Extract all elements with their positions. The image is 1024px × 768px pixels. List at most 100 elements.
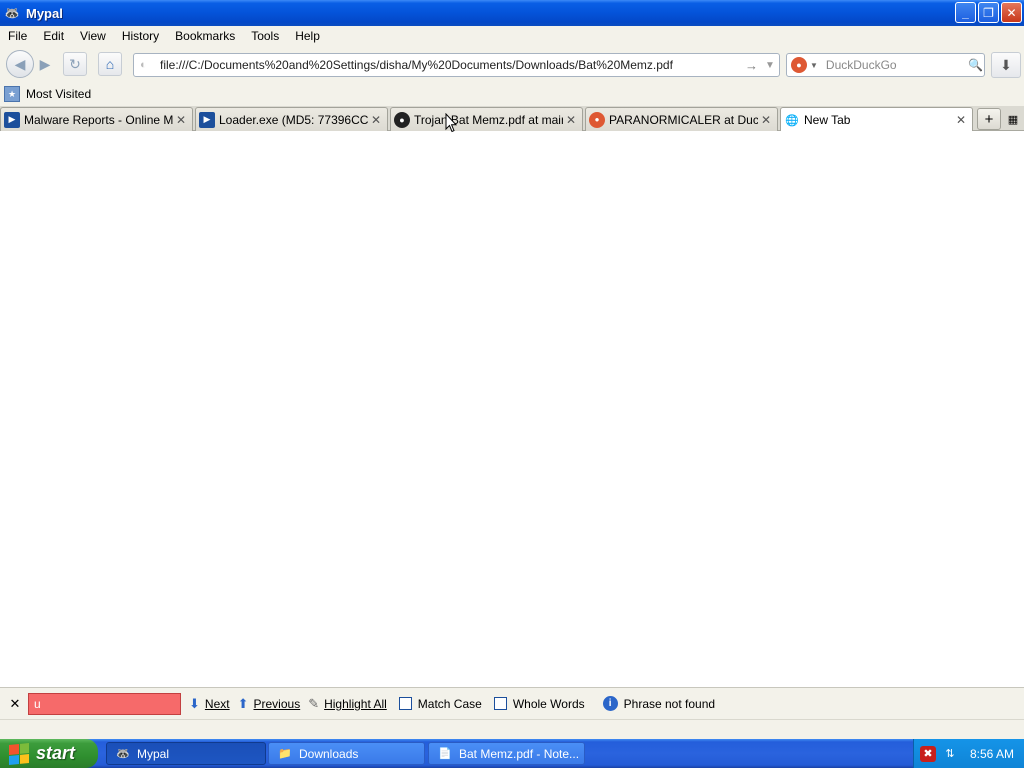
search-icon[interactable]: 🔍 [968, 58, 984, 72]
search-input[interactable]: DuckDuckGo [826, 58, 968, 72]
home-icon: ⌂ [105, 56, 115, 72]
close-button[interactable]: ✕ [1001, 2, 1022, 23]
menu-history[interactable]: History [114, 29, 167, 43]
engine-dropdown-icon[interactable]: ▼ [810, 61, 818, 70]
tab-label: PARANORMICALER at DuckD... [609, 112, 758, 127]
tab-label: Loader.exe (MD5: 77396CCF... [219, 112, 368, 127]
forward-button[interactable]: ▶ [33, 52, 57, 76]
tab-trojan-bat-memz[interactable]: ● Trojan.Bat Memz.pdf at main ... ✕ [390, 107, 583, 131]
reload-icon: ↻ [69, 55, 81, 72]
mypal-icon: 🦝 [116, 747, 130, 760]
downloads-button[interactable]: ⬇ [991, 52, 1021, 78]
tab-label: Malware Reports - Online Mal... [24, 112, 173, 127]
task-label: Bat Memz.pdf - Note... [459, 746, 580, 761]
mouse-cursor-icon [445, 113, 457, 133]
checkbox-box[interactable] [398, 697, 412, 710]
duckduckgo-icon: ● [589, 111, 605, 128]
tab-close-icon[interactable]: ✕ [953, 113, 969, 127]
status-bar [0, 719, 1024, 739]
navigation-toolbar: ◀ ▶ ↻ ⌂ ◐ file:///C:/Documents%20and%20S… [0, 46, 1024, 82]
tab-close-icon[interactable]: ✕ [563, 113, 579, 127]
page-content[interactable] [0, 131, 1024, 687]
system-tray: ✖ ⇅ 8:56 AM [913, 739, 1024, 768]
network-icon[interactable]: ⇅ [942, 746, 958, 762]
match-case-checkbox[interactable]: Match Case [398, 696, 482, 711]
start-button[interactable]: start [0, 739, 98, 768]
menu-bookmarks[interactable]: Bookmarks [167, 29, 243, 43]
tab-close-icon[interactable]: ✕ [173, 113, 189, 127]
go-arrow-icon[interactable]: → [745, 58, 761, 73]
tab-paranormicaler[interactable]: ● PARANORMICALER at DuckD... ✕ [585, 107, 778, 131]
tab-new-tab[interactable]: 🌐 New Tab ✕ [780, 107, 973, 132]
find-status: i Phrase not found [602, 696, 716, 711]
menu-bar: File Edit View History Bookmarks Tools H… [0, 26, 1024, 46]
menu-file[interactable]: File [0, 29, 35, 43]
forward-arrow-icon: ▶ [39, 55, 51, 72]
find-next-label: Next [204, 696, 230, 711]
tab-close-icon[interactable]: ✕ [368, 113, 384, 127]
clock[interactable]: 8:56 AM [970, 747, 1014, 761]
folder-icon: 📁 [278, 747, 292, 760]
menu-tools[interactable]: Tools [243, 29, 287, 43]
windows-logo-icon [9, 742, 29, 765]
find-input[interactable]: u [28, 692, 181, 715]
most-visited-bookmark[interactable]: Most Visited [26, 87, 91, 101]
tab-label: Trojan.Bat Memz.pdf at main ... [414, 112, 563, 127]
highlighter-icon: ✎ [308, 695, 320, 711]
back-button[interactable]: ◀ [6, 50, 34, 78]
reload-button[interactable]: ↻ [63, 52, 87, 76]
url-text[interactable]: file:///C:/Documents%20and%20Settings/di… [160, 58, 745, 72]
home-button[interactable]: ⌂ [98, 52, 122, 76]
find-previous-button[interactable]: ⬆ Previous [238, 696, 301, 712]
site-identity-icon: ◐ [140, 59, 147, 71]
back-arrow-icon: ◀ [14, 55, 26, 72]
whole-words-checkbox[interactable]: Whole Words [493, 696, 585, 711]
info-icon: i [602, 696, 618, 711]
grid-icon: ▦ [1007, 113, 1019, 126]
taskbar-item-notepad[interactable]: 📄 Bat Memz.pdf - Note... [428, 742, 585, 765]
globe-icon: 🌐 [785, 114, 799, 127]
whole-words-label: Whole Words [512, 696, 585, 711]
title-bar[interactable]: 🦝 Mypal _ ❐ ✕ [0, 0, 1024, 26]
find-next-button[interactable]: ⬇ Next [189, 696, 230, 712]
taskbar-item-mypal[interactable]: 🦝 Mypal [106, 742, 266, 765]
mypal-app-icon: 🦝 [4, 6, 20, 20]
tab-close-icon[interactable]: ✕ [758, 113, 774, 127]
maximize-button[interactable]: ❐ [978, 2, 999, 23]
media-player-icon: ▶ [4, 111, 20, 128]
menu-edit[interactable]: Edit [35, 29, 72, 43]
window-controls: _ ❐ ✕ [955, 2, 1022, 23]
list-all-tabs-button[interactable]: ▦ [1004, 110, 1022, 128]
match-case-label: Match Case [417, 696, 482, 711]
new-tab-button[interactable]: + [977, 108, 1001, 130]
minimize-button[interactable]: _ [955, 2, 976, 23]
taskbar: start 🦝 Mypal 📁 Downloads 📄 Bat Memz.pdf… [0, 739, 1024, 768]
highlight-all-button[interactable]: ✎ Highlight All [308, 696, 387, 712]
start-label: start [36, 743, 76, 763]
duckduckgo-engine-icon[interactable]: ● [791, 57, 807, 73]
checkbox-box[interactable] [493, 697, 507, 710]
find-status-text: Phrase not found [623, 696, 716, 711]
down-arrow-icon: ⬇ [189, 695, 200, 711]
tab-malware-reports[interactable]: ▶ Malware Reports - Online Mal... ✕ [0, 107, 193, 131]
find-bar: ✕ u ⬇ Next ⬆ Previous ✎ Highlight All Ma… [0, 687, 1024, 719]
search-bar[interactable]: ● ▼ DuckDuckGo 🔍 [786, 53, 985, 77]
menu-view[interactable]: View [72, 29, 114, 43]
find-previous-label: Previous [253, 696, 301, 711]
tab-loader-exe[interactable]: ▶ Loader.exe (MD5: 77396CCF... ✕ [195, 107, 388, 131]
plus-icon: + [984, 110, 994, 128]
most-visited-icon: ★ [4, 86, 20, 102]
download-arrow-icon: ⬇ [1000, 56, 1012, 73]
taskbar-item-downloads[interactable]: 📁 Downloads [268, 742, 425, 765]
up-arrow-icon: ⬆ [237, 695, 249, 711]
bookmarks-toolbar: ★ Most Visited [0, 82, 1024, 106]
window-title: Mypal [26, 5, 63, 21]
media-player-icon: ▶ [199, 111, 215, 128]
find-close-icon[interactable]: ✕ [8, 696, 22, 712]
menu-help[interactable]: Help [287, 29, 328, 43]
highlight-all-label: Highlight All [324, 696, 387, 711]
security-shield-icon[interactable]: ✖ [920, 745, 936, 762]
url-bar[interactable]: ◐ file:///C:/Documents%20and%20Settings/… [133, 53, 780, 77]
task-label: Downloads [299, 746, 359, 761]
url-dropdown-icon[interactable]: ▼ [761, 60, 779, 71]
